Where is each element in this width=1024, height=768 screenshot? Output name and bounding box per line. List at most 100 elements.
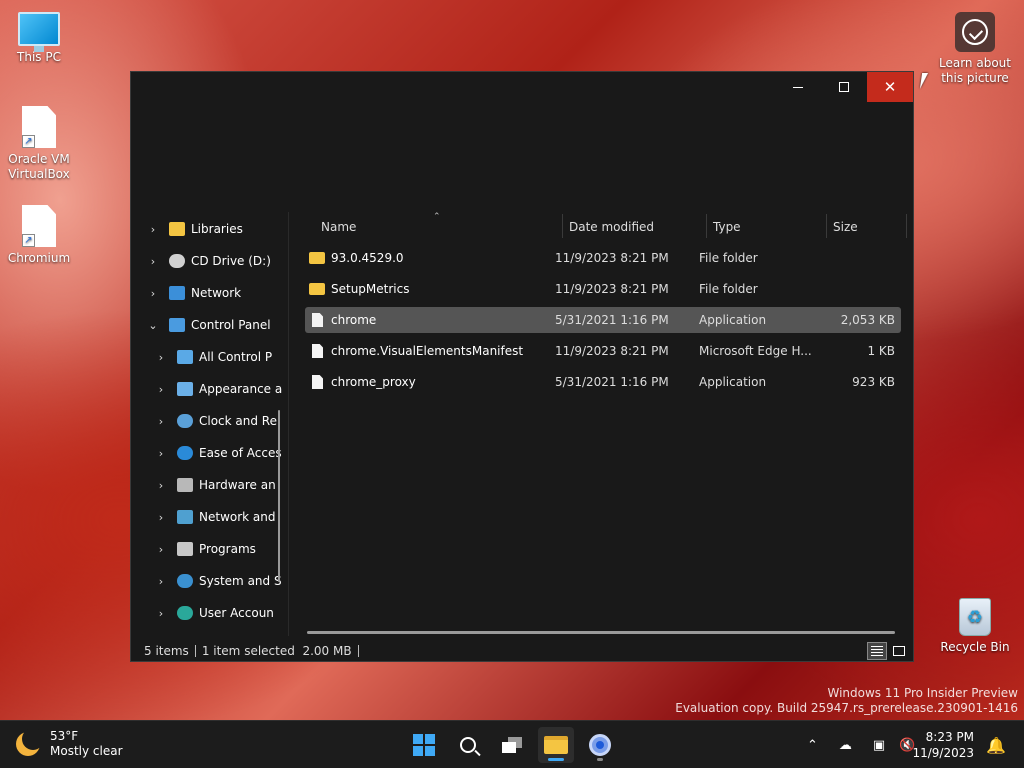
nav-item-clock-region[interactable]: › Clock and Re (155, 405, 288, 437)
nav-item-user-accounts[interactable]: › User Accoun (155, 597, 288, 629)
weather-temperature: 53°F (50, 729, 79, 743)
chevron-down-icon[interactable]: ⌄ (147, 319, 159, 332)
ease-of-access-icon (177, 446, 193, 460)
file-type: Application (699, 313, 767, 327)
chevron-up-icon[interactable]: ⌃ (807, 738, 818, 753)
user-accounts-icon (177, 606, 193, 620)
chevron-right-icon[interactable]: › (147, 255, 159, 268)
file-row[interactable]: chrome.VisualElementsManifest 11/9/2023 … (305, 338, 901, 364)
column-header-size[interactable]: Size (833, 214, 903, 240)
search-button[interactable] (450, 727, 486, 763)
file-icon (312, 344, 323, 358)
weather-condition: Mostly clear (50, 744, 123, 758)
network-icon[interactable]: ▣ (873, 738, 885, 753)
nav-item-all-control-panel[interactable]: › All Control P (155, 341, 288, 373)
network-icon (169, 286, 185, 300)
details-view-button[interactable] (867, 642, 887, 660)
horizontal-scrollbar[interactable] (307, 631, 895, 634)
large-icons-view-button[interactable] (889, 642, 909, 660)
desktop-icon-label: This PC (17, 50, 61, 64)
column-divider[interactable] (562, 214, 563, 238)
recycle-bin-icon: ♻ (959, 598, 991, 636)
clock[interactable]: 8:23 PM 11/9/2023 (912, 729, 974, 761)
desktop-icon-virtualbox[interactable]: ↗ Oracle VM VirtualBox (1, 106, 77, 182)
file-name: 93.0.4529.0 (331, 251, 404, 265)
taskbar: 53°F Mostly clear ⌃ ☁ ▣ 🔇 8:23 PM 11/9/2… (0, 720, 1024, 768)
chevron-right-icon[interactable]: › (155, 415, 167, 428)
nav-item-programs[interactable]: › Programs (155, 533, 288, 565)
nav-item-ease-of-access[interactable]: › Ease of Acces (155, 437, 288, 469)
weather-widget[interactable]: 53°F Mostly clear (16, 728, 123, 759)
nav-item-label: Appearance a (199, 382, 283, 396)
column-header-type[interactable]: Type (713, 214, 825, 240)
notification-bell-icon[interactable]: 🔔 (986, 736, 1006, 755)
nav-item-label: User Accoun (199, 606, 274, 620)
desktop-icon-this-pc[interactable]: This PC (1, 12, 77, 65)
chevron-right-icon[interactable]: › (155, 447, 167, 460)
column-header-date[interactable]: Date modified (569, 214, 705, 240)
desktop-icon-label: Oracle VM VirtualBox (8, 152, 70, 181)
appearance-icon (177, 382, 193, 396)
nav-item-libraries[interactable]: › Libraries (147, 213, 288, 245)
desktop-icon-chromium[interactable]: ↗ Chromium (1, 205, 77, 266)
nav-item-network[interactable]: › Network (147, 277, 288, 309)
chromium-icon (589, 734, 611, 756)
nav-item-label: Network and (199, 510, 276, 524)
chevron-right-icon[interactable]: › (155, 575, 167, 588)
clock-date: 11/9/2023 (912, 746, 974, 760)
folder-icon (309, 252, 325, 264)
file-row[interactable]: SetupMetrics 11/9/2023 8:21 PM File fold… (305, 276, 901, 302)
nav-item-control-panel[interactable]: ⌄ Control Panel (147, 309, 288, 341)
task-view-icon (502, 737, 522, 753)
minimize-button[interactable] (775, 72, 821, 102)
file-explorer-taskbar-button[interactable] (538, 727, 574, 763)
search-icon (460, 737, 476, 753)
nav-item-label: Clock and Re (199, 414, 277, 428)
moon-icon (16, 728, 44, 756)
folder-icon (544, 736, 568, 754)
file-name: chrome_proxy (331, 375, 416, 389)
nav-item-system-security[interactable]: › System and S (155, 565, 288, 597)
nav-item-appearance[interactable]: › Appearance a (155, 373, 288, 405)
onedrive-offline-icon[interactable]: ☁ (839, 738, 852, 753)
nav-item-label: CD Drive (D:) (191, 254, 271, 268)
file-row-selected[interactable]: chrome 5/31/2021 1:16 PM Application 2,0… (305, 307, 901, 333)
file-date: 11/9/2023 8:21 PM (555, 251, 669, 265)
column-divider[interactable] (706, 214, 707, 238)
windows-logo-icon (413, 734, 435, 756)
chevron-right-icon[interactable]: › (147, 223, 159, 236)
command-area (131, 102, 913, 212)
shortcut-file-icon: ↗ (22, 106, 56, 148)
nav-item-cd-drive[interactable]: › CD Drive (D:) (147, 245, 288, 277)
task-view-button[interactable] (494, 727, 530, 763)
nav-item-hardware[interactable]: › Hardware an (155, 469, 288, 501)
file-size: 2,053 KB (840, 313, 895, 327)
desktop-icon-learn-about-picture[interactable]: Learn about this picture (937, 12, 1013, 86)
file-row[interactable]: chrome_proxy 5/31/2021 1:16 PM Applicati… (305, 369, 901, 395)
navigation-pane[interactable]: › Libraries › CD Drive (D:) › Network ⌄ … (131, 212, 289, 636)
learn-picture-icon (955, 12, 995, 52)
nav-pane-scrollbar[interactable] (278, 410, 280, 582)
start-button[interactable] (406, 727, 442, 763)
maximize-button[interactable] (821, 72, 867, 102)
chevron-right-icon[interactable]: › (155, 383, 167, 396)
file-date: 5/31/2021 1:16 PM (555, 313, 669, 327)
nav-item-network-internet[interactable]: › Network and (155, 501, 288, 533)
column-divider[interactable] (906, 214, 907, 238)
chevron-right-icon[interactable]: › (147, 287, 159, 300)
chromium-taskbar-button[interactable] (582, 727, 618, 763)
desktop-icon-label: Learn about this picture (939, 56, 1011, 85)
desktop-icon-recycle-bin[interactable]: ♻ Recycle Bin (937, 598, 1013, 655)
clock-time: 8:23 PM (925, 730, 974, 744)
file-row[interactable]: 93.0.4529.0 11/9/2023 8:21 PM File folde… (305, 245, 901, 271)
chevron-right-icon[interactable]: › (155, 607, 167, 620)
file-list[interactable]: ⌃ Name Date modified Type Size 93.0.4529… (291, 212, 913, 636)
close-button[interactable]: ✕ (867, 72, 913, 102)
column-divider[interactable] (826, 214, 827, 238)
title-bar[interactable]: ✕ (131, 72, 913, 102)
chevron-right-icon[interactable]: › (155, 479, 167, 492)
chevron-right-icon[interactable]: › (155, 511, 167, 524)
column-header-name[interactable]: Name (321, 214, 561, 240)
chevron-right-icon[interactable]: › (155, 543, 167, 556)
chevron-right-icon[interactable]: › (155, 351, 167, 364)
